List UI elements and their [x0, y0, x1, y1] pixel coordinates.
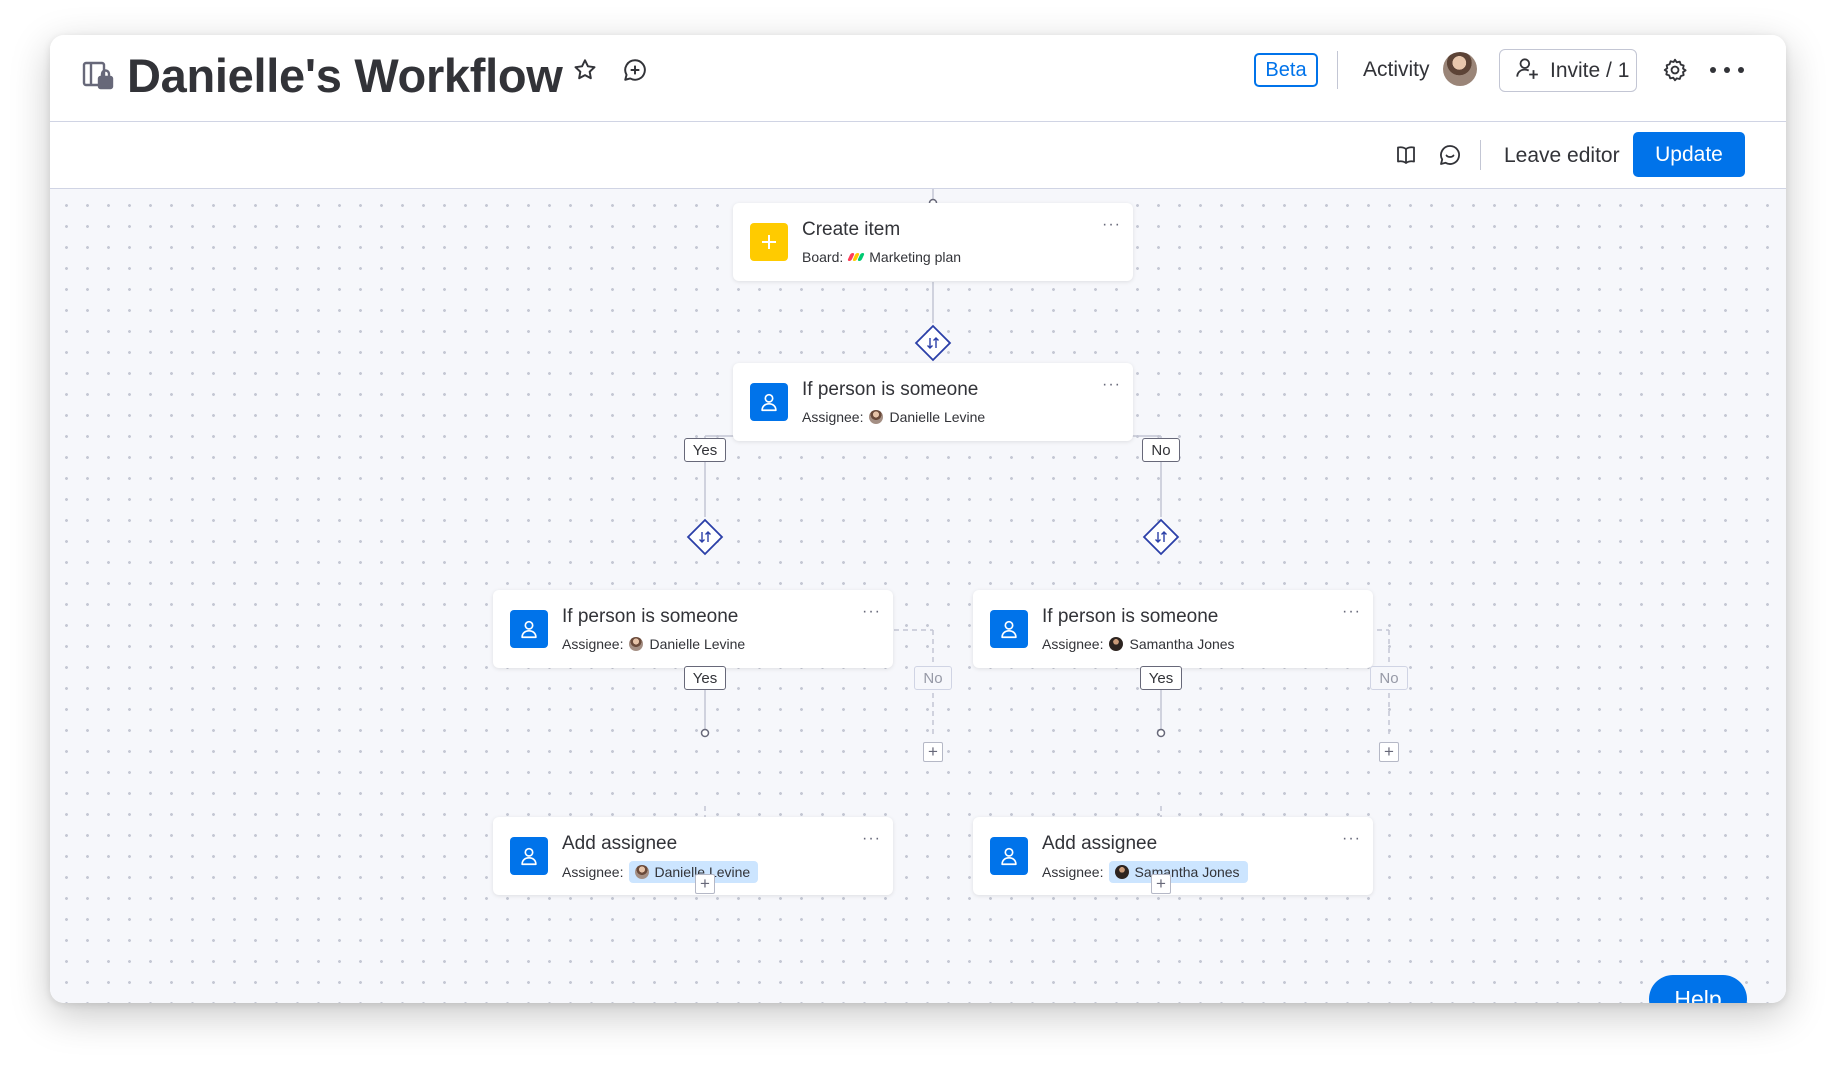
person-icon: [750, 383, 788, 421]
person-icon: [510, 610, 548, 648]
assignee-avatar: [629, 637, 644, 651]
assignee-name[interactable]: Danielle Levine: [889, 407, 985, 427]
user-avatar[interactable]: [1443, 52, 1477, 86]
assignee-avatar: [1109, 637, 1124, 651]
feedback-chat-icon[interactable]: [1435, 140, 1465, 170]
step-field: Assignee: Danielle Levine: [562, 861, 759, 883]
header-divider: [1337, 51, 1338, 89]
step-menu-icon[interactable]: ···: [1102, 217, 1121, 233]
step-menu-icon[interactable]: ···: [1102, 377, 1121, 393]
help-button[interactable]: Help: [1649, 975, 1747, 1003]
assignee-name[interactable]: Samantha Jones: [1129, 634, 1234, 654]
workflow-step-create-item[interactable]: Create item Board: Marketing plan ···: [733, 203, 1133, 281]
condition-branch-icon: [913, 323, 953, 363]
favorite-star-icon[interactable]: [570, 55, 600, 85]
step-menu-icon[interactable]: ···: [862, 604, 881, 620]
assignee-avatar: [1115, 865, 1130, 879]
step-field: Assignee: Danielle Levine: [562, 634, 745, 654]
workflow-connectors: [700, 189, 1390, 874]
field-label: Assignee:: [1042, 864, 1104, 880]
step-title: If person is someone: [562, 606, 739, 627]
add-step-plus-icon[interactable]: +: [1151, 874, 1171, 894]
invite-label: Invite / 1: [1550, 58, 1630, 82]
condition-branch-icon: [1141, 517, 1181, 557]
page-title: Danielle's Workflow: [127, 49, 563, 102]
step-field: Assignee: Samantha Jones: [1042, 634, 1235, 654]
step-title: If person is someone: [1042, 606, 1219, 627]
assignee-chip[interactable]: Danielle Levine: [629, 861, 759, 883]
board-name[interactable]: Marketing plan: [869, 247, 961, 267]
update-button[interactable]: Update: [1633, 132, 1745, 177]
step-field: Board: Marketing plan: [802, 247, 961, 267]
person-icon: [510, 837, 548, 875]
add-step-plus-icon[interactable]: +: [923, 742, 943, 762]
add-comment-icon[interactable]: [620, 55, 650, 85]
workflow-step-condition[interactable]: If person is someone Assignee: Samantha …: [973, 590, 1373, 668]
workflow-board-lock-icon: [80, 57, 116, 93]
add-step-plus-icon[interactable]: +: [695, 874, 715, 894]
person-icon: [990, 837, 1028, 875]
branch-no-label[interactable]: No: [1142, 438, 1180, 462]
step-menu-icon[interactable]: ···: [1342, 831, 1361, 847]
field-label: Assignee:: [802, 409, 864, 425]
plus-icon: [750, 223, 788, 261]
leave-editor-button[interactable]: Leave editor: [1504, 143, 1620, 169]
workflow-step-add-assignee[interactable]: Add assignee Assignee: Danielle Levine ·…: [493, 817, 893, 895]
person-icon: [990, 610, 1028, 648]
branch-no-label[interactable]: No: [1370, 666, 1408, 690]
workflow-step-condition[interactable]: If person is someone Assignee: Danielle …: [493, 590, 893, 668]
step-title: If person is someone: [802, 379, 979, 400]
field-label: Assignee:: [562, 636, 624, 652]
activity-button-label[interactable]: Activity: [1363, 55, 1430, 85]
workflow-step-add-assignee[interactable]: Add assignee Assignee: Samantha Jones ··…: [973, 817, 1373, 895]
branch-yes-label[interactable]: Yes: [1140, 666, 1182, 690]
beta-badge: Beta: [1254, 53, 1318, 87]
workflow-header: Danielle's Workflow Beta Activity Invite…: [50, 35, 1786, 122]
field-label: Assignee:: [1042, 636, 1104, 652]
branch-yes-label[interactable]: Yes: [684, 438, 726, 462]
add-user-icon: [1514, 55, 1540, 87]
assignee-avatar: [869, 410, 884, 424]
guide-book-icon[interactable]: [1391, 140, 1421, 170]
workflow-canvas[interactable]: 2 3 4 6 5 7 Create item Board: Marketing…: [50, 189, 1786, 1003]
invite-button[interactable]: Invite / 1: [1499, 49, 1637, 92]
workflow-step-condition[interactable]: If person is someone Assignee: Danielle …: [733, 363, 1133, 441]
step-field: Assignee: Danielle Levine: [802, 407, 985, 427]
monday-board-logo-icon: [847, 253, 866, 261]
step-title: Add assignee: [1042, 833, 1158, 854]
step-field: Assignee: Samantha Jones: [1042, 861, 1248, 883]
field-label: Board:: [802, 249, 844, 265]
more-options-icon[interactable]: [1710, 57, 1744, 83]
toolbar-divider: [1480, 140, 1481, 170]
condition-branch-icon: [685, 517, 725, 557]
settings-gear-icon[interactable]: [1660, 55, 1690, 85]
step-menu-icon[interactable]: ···: [1342, 604, 1361, 620]
assignee-chip[interactable]: Samantha Jones: [1109, 861, 1248, 883]
add-step-plus-icon[interactable]: +: [1379, 742, 1399, 762]
editor-toolbar: Leave editor Update: [50, 122, 1786, 189]
step-title: Add assignee: [562, 833, 678, 854]
app-window: Danielle's Workflow Beta Activity Invite…: [50, 35, 1786, 1003]
step-title: Create item: [802, 219, 901, 240]
step-menu-icon[interactable]: ···: [862, 831, 881, 847]
assignee-avatar: [635, 865, 650, 879]
field-label: Assignee:: [562, 864, 624, 880]
assignee-name[interactable]: Danielle Levine: [649, 634, 745, 654]
branch-yes-label[interactable]: Yes: [684, 666, 726, 690]
branch-no-label[interactable]: No: [914, 666, 952, 690]
